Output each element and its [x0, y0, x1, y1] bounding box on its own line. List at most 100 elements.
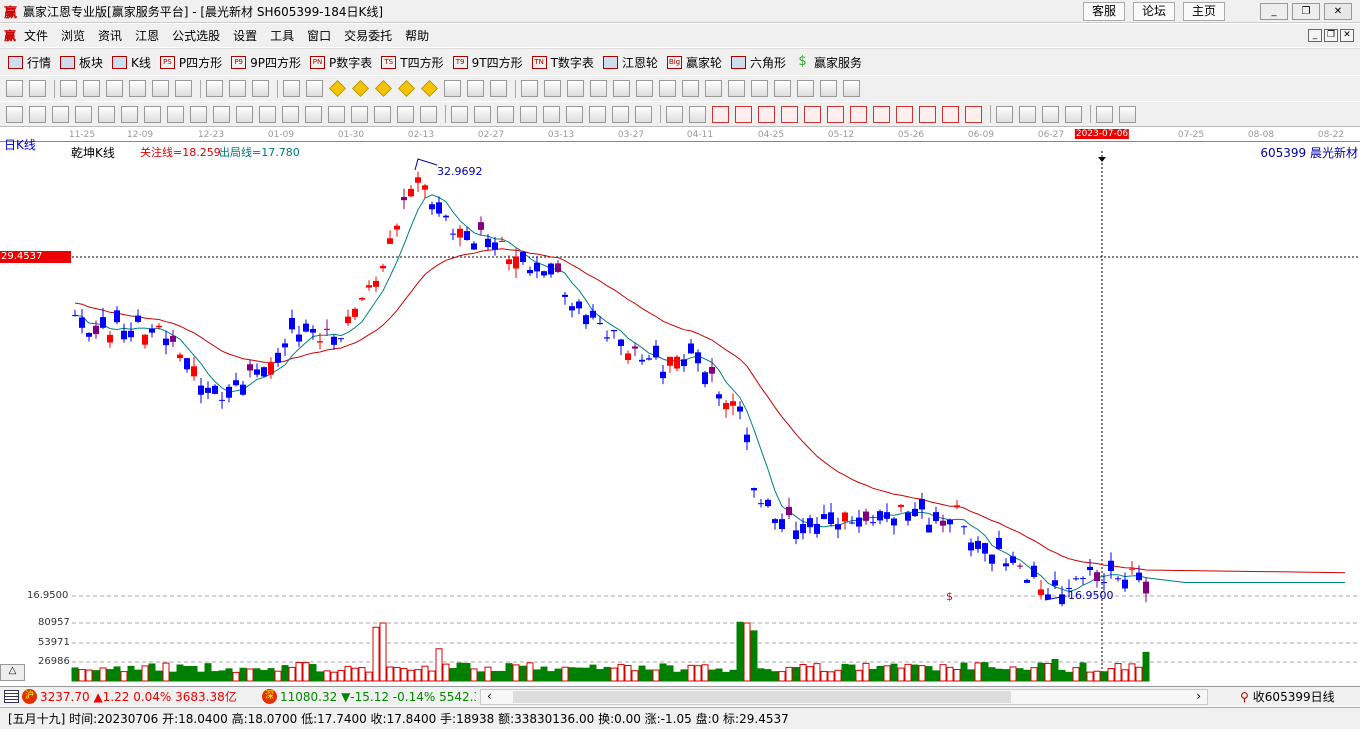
tool-icon[interactable] [29, 80, 46, 97]
toolbar-item-3[interactable]: PS P四方形 [159, 54, 222, 71]
tool-icon[interactable] [190, 105, 207, 123]
toolbar-item-12[interactable]: $ 赢家服务 [795, 54, 862, 71]
tool-icon[interactable] [398, 80, 415, 97]
tool-icon[interactable] [589, 105, 606, 123]
chart-canvas[interactable] [0, 143, 1360, 683]
forum-button[interactable]: 论坛 [1133, 2, 1176, 21]
tool-icon[interactable] [827, 105, 844, 123]
horizontal-scrollbar[interactable]: ‹ › [480, 688, 1208, 705]
tool-icon[interactable] [1119, 105, 1136, 123]
toolbar-item-9[interactable]: 江恩轮 [602, 54, 658, 71]
toolbar-item-2[interactable]: K线 [112, 54, 151, 71]
tool-icon[interactable] [804, 105, 821, 123]
tool-icon[interactable] [774, 80, 791, 97]
tool-icon[interactable] [129, 80, 146, 97]
tool-icon[interactable] [352, 80, 369, 97]
tool-icon[interactable] [843, 80, 860, 97]
tool-icon[interactable] [283, 80, 300, 97]
tool-icon[interactable] [965, 105, 982, 123]
tool-icon[interactable] [206, 80, 223, 97]
tool-icon[interactable] [612, 105, 629, 123]
tool-icon[interactable] [152, 80, 169, 97]
toolbar-item-4[interactable]: P9 9P四方形 [231, 54, 301, 71]
tool-icon[interactable] [328, 105, 345, 123]
tool-icon[interactable] [590, 80, 607, 97]
toolbar-item-7[interactable]: T9 9T四方形 [452, 54, 523, 71]
tool-icon[interactable] [566, 105, 583, 123]
mdi-minimize-button[interactable]: _ [1308, 29, 1322, 42]
menu-tools[interactable]: 工具 [270, 27, 294, 44]
tool-icon[interactable] [144, 105, 161, 123]
tool-icon[interactable] [850, 105, 867, 123]
tool-icon[interactable] [60, 80, 77, 97]
home-button[interactable]: 主页 [1183, 2, 1226, 21]
toolbar-item-0[interactable]: 行情 [8, 54, 51, 71]
tool-icon[interactable] [374, 105, 391, 123]
tool-icon[interactable] [1065, 105, 1082, 123]
tool-icon[interactable] [351, 105, 368, 123]
tool-icon[interactable] [397, 105, 414, 123]
toolbar-item-1[interactable]: 板块 [60, 54, 103, 71]
tool-icon[interactable] [6, 105, 23, 123]
tool-icon[interactable] [6, 80, 23, 97]
scroll-thumb[interactable] [513, 690, 1011, 703]
toolbar-item-5[interactable]: PN P数字表 [310, 54, 372, 71]
close-button[interactable]: ✕ [1324, 3, 1352, 20]
tool-icon[interactable] [1042, 105, 1059, 123]
mdi-restore-button[interactable]: ❐ [1324, 29, 1338, 42]
kline-chart[interactable]: 日K线 乾坤K线 关注线=18.259 出局线=17.780 605399 晨光… [0, 138, 1360, 683]
menu-formula[interactable]: 公式选股 [172, 27, 220, 44]
support-button[interactable]: 客服 [1083, 2, 1126, 21]
tool-icon[interactable] [689, 105, 706, 123]
menu-window[interactable]: 窗口 [307, 27, 331, 44]
tool-icon[interactable] [52, 105, 69, 123]
tool-icon[interactable] [236, 105, 253, 123]
menu-file[interactable]: 文件 [24, 27, 48, 44]
tool-icon[interactable] [712, 105, 729, 123]
toolbar-item-11[interactable]: 六角形 [730, 54, 786, 71]
toolbar-item-6[interactable]: TS T四方形 [381, 54, 444, 71]
tool-icon[interactable] [175, 80, 192, 97]
tool-icon[interactable] [735, 105, 752, 123]
menu-info[interactable]: 资讯 [98, 27, 122, 44]
tool-icon[interactable] [521, 80, 538, 97]
maximize-button[interactable]: ❐ [1292, 3, 1320, 20]
tool-icon[interactable] [75, 105, 92, 123]
tool-icon[interactable] [659, 80, 676, 97]
minimize-button[interactable]: _ [1260, 3, 1288, 20]
tool-icon[interactable] [106, 80, 123, 97]
tool-icon[interactable] [252, 80, 269, 97]
tool-icon[interactable] [544, 80, 561, 97]
menu-settings[interactable]: 设置 [233, 27, 257, 44]
tool-icon[interactable] [666, 105, 683, 123]
tool-icon[interactable] [682, 80, 699, 97]
sh-index-quote[interactable]: 3237.70 ▲1.22 0.04% 3683.38亿 [40, 688, 254, 705]
tool-icon[interactable] [613, 80, 630, 97]
tool-icon[interactable] [781, 105, 798, 123]
menu-trade[interactable]: 交易委托 [344, 27, 392, 44]
tool-icon[interactable] [1096, 105, 1113, 123]
mdi-close-button[interactable]: ✕ [1340, 29, 1354, 42]
menu-help[interactable]: 帮助 [405, 27, 429, 44]
tool-icon[interactable] [306, 80, 323, 97]
tool-icon[interactable] [896, 105, 913, 123]
tool-icon[interactable] [520, 105, 537, 123]
tool-icon[interactable] [375, 80, 392, 97]
tool-icon[interactable] [636, 80, 653, 97]
tool-icon[interactable] [758, 105, 775, 123]
tool-icon[interactable] [474, 105, 491, 123]
tool-icon[interactable] [873, 105, 890, 123]
tool-icon[interactable] [635, 105, 652, 123]
tool-icon[interactable] [420, 105, 437, 123]
tool-icon[interactable] [919, 105, 936, 123]
tool-icon[interactable] [167, 105, 184, 123]
tool-icon[interactable] [451, 105, 468, 123]
tool-icon[interactable] [1019, 105, 1036, 123]
tool-icon[interactable] [728, 80, 745, 97]
tool-icon[interactable] [820, 80, 837, 97]
expand-panel-button[interactable]: △ [0, 664, 25, 681]
tool-icon[interactable] [567, 80, 584, 97]
tool-icon[interactable] [497, 105, 514, 123]
scroll-right-icon[interactable]: › [1196, 689, 1201, 703]
toolbar-item-10[interactable]: Big 赢家轮 [666, 54, 722, 71]
